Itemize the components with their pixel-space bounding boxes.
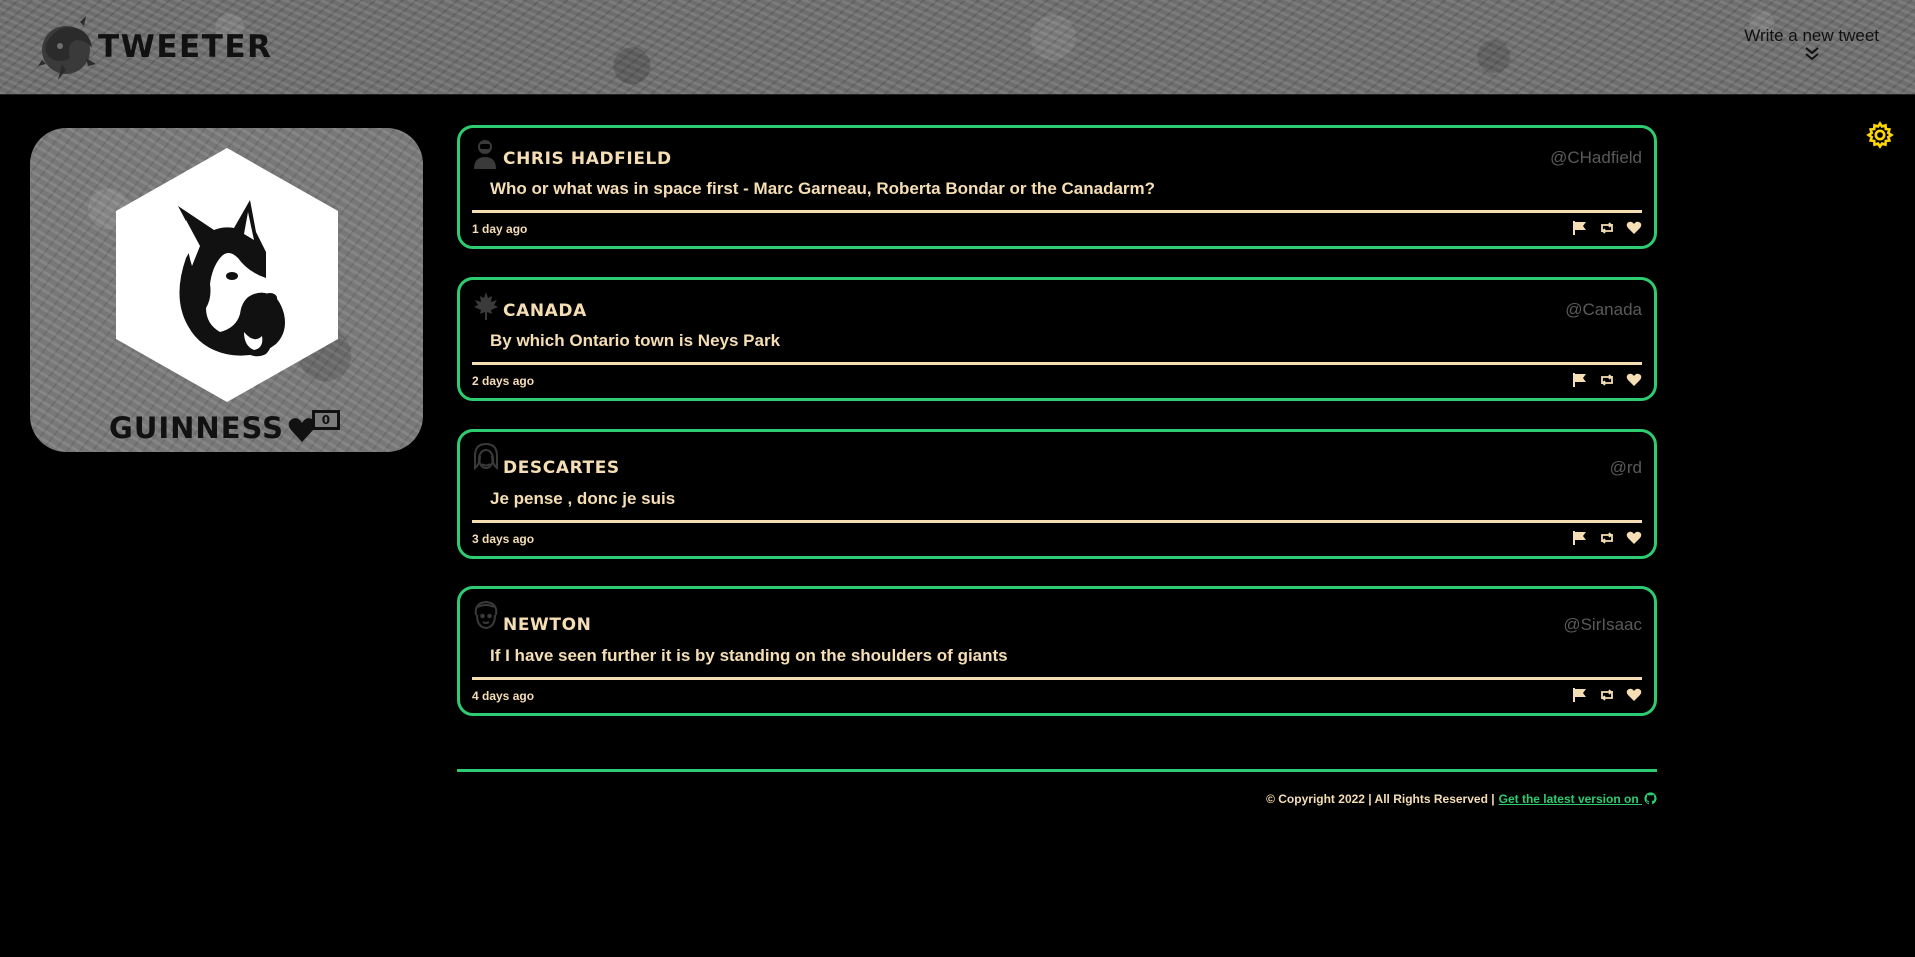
tweet-handle[interactable]: @Canada [1565, 300, 1642, 320]
profile-footer: GUINNESS 0 [30, 408, 423, 448]
brand-name: TWEETER [98, 29, 273, 65]
flag-icon[interactable] [1572, 687, 1588, 703]
tweet-timestamp: 2 days ago [472, 374, 535, 388]
tweet-divider [472, 362, 1642, 365]
github-icon [1644, 792, 1657, 805]
footer-divider [457, 769, 1657, 772]
newton-face-icon [474, 600, 498, 630]
github-link[interactable]: Get the latest version on [1499, 792, 1657, 806]
tweet-header: Chris Hadfield @CHadfield [472, 138, 1642, 170]
tweet-header: Descartes @rd [472, 442, 1642, 478]
double-chevron-down-icon [1804, 47, 1819, 61]
tweet-timestamp: 1 day ago [472, 222, 528, 236]
tweet-handle[interactable]: @CHadfield [1550, 148, 1642, 168]
astronaut-icon [474, 140, 496, 169]
flag-icon[interactable] [1572, 220, 1588, 236]
copyright-text: © Copyright 2022 | All Rights Reserved | [1266, 792, 1495, 806]
retweet-icon[interactable] [1599, 372, 1615, 388]
flag-icon[interactable] [1572, 372, 1588, 388]
tweet-content: Who or what was in space first - Marc Ga… [490, 179, 1156, 198]
tweet-actions [1572, 372, 1642, 388]
site-header: TWEETER Write a new tweet [0, 0, 1915, 95]
tweet-content: By which Ontario town is Neys Park [490, 331, 781, 350]
tweet-content: Je pense , donc je suis [490, 489, 676, 508]
heart-icon[interactable] [1626, 372, 1642, 388]
brand[interactable]: TWEETER [36, 14, 272, 84]
profile-name: GUINNESS [109, 411, 284, 445]
tweet-handle[interactable]: @SirIsaac [1563, 615, 1642, 635]
tweet-card: Descartes @rd Je pense , donc je suis 3 … [457, 429, 1657, 559]
site-footer: © Copyright 2022 | All Rights Reserved |… [1266, 792, 1657, 806]
tweet-divider [472, 210, 1642, 213]
husky-avatar [116, 148, 338, 402]
tweet-content: If I have seen further it is by standing… [490, 646, 1008, 665]
tweet-card: Newton @SirIsaac If I have seen further … [457, 586, 1657, 716]
tweet-divider [472, 520, 1642, 523]
logo-icon [38, 16, 96, 80]
tweet-actions [1572, 220, 1642, 236]
tweet-handle[interactable]: @rd [1610, 458, 1642, 478]
descartes-face-icon [474, 442, 498, 471]
tweet-card: Canada @Canada By which Ontario town is … [457, 277, 1657, 401]
settings-gear-icon[interactable] [1866, 121, 1894, 149]
retweet-icon[interactable] [1599, 220, 1615, 236]
tweet-author-name[interactable]: Descartes [503, 458, 620, 478]
tweet-timestamp: 3 days ago [472, 532, 535, 546]
heart-icon[interactable] [1626, 687, 1642, 703]
tweet-author-name[interactable]: Canada [503, 301, 587, 321]
heart-icon[interactable] [1626, 220, 1642, 236]
tweet-header: Newton @SirIsaac [472, 599, 1642, 635]
github-link-text: Get the latest version on [1498, 792, 1639, 806]
write-tweet-label: Write a new tweet [1744, 26, 1879, 45]
tweet-author-name[interactable]: Chris Hadfield [503, 149, 672, 169]
tweet-card: Chris Hadfield @CHadfield Who or what wa… [457, 125, 1657, 249]
like-counter[interactable]: 0 [288, 410, 344, 446]
tweet-actions [1572, 530, 1642, 546]
tweet-timestamp: 4 days ago [472, 689, 535, 703]
retweet-icon[interactable] [1599, 687, 1615, 703]
heart-icon[interactable] [1626, 530, 1642, 546]
tweet-divider [472, 677, 1642, 680]
tweet-header: Canada @Canada [472, 290, 1642, 322]
tweet-actions [1572, 687, 1642, 703]
retweet-icon[interactable] [1599, 530, 1615, 546]
profile-card: GUINNESS 0 [30, 128, 423, 452]
like-count: 0 [311, 410, 340, 430]
tweet-author-name[interactable]: Newton [503, 615, 591, 635]
maple-leaf-icon [474, 292, 498, 320]
flag-icon[interactable] [1572, 530, 1588, 546]
write-tweet-button[interactable]: Write a new tweet [1744, 26, 1879, 61]
